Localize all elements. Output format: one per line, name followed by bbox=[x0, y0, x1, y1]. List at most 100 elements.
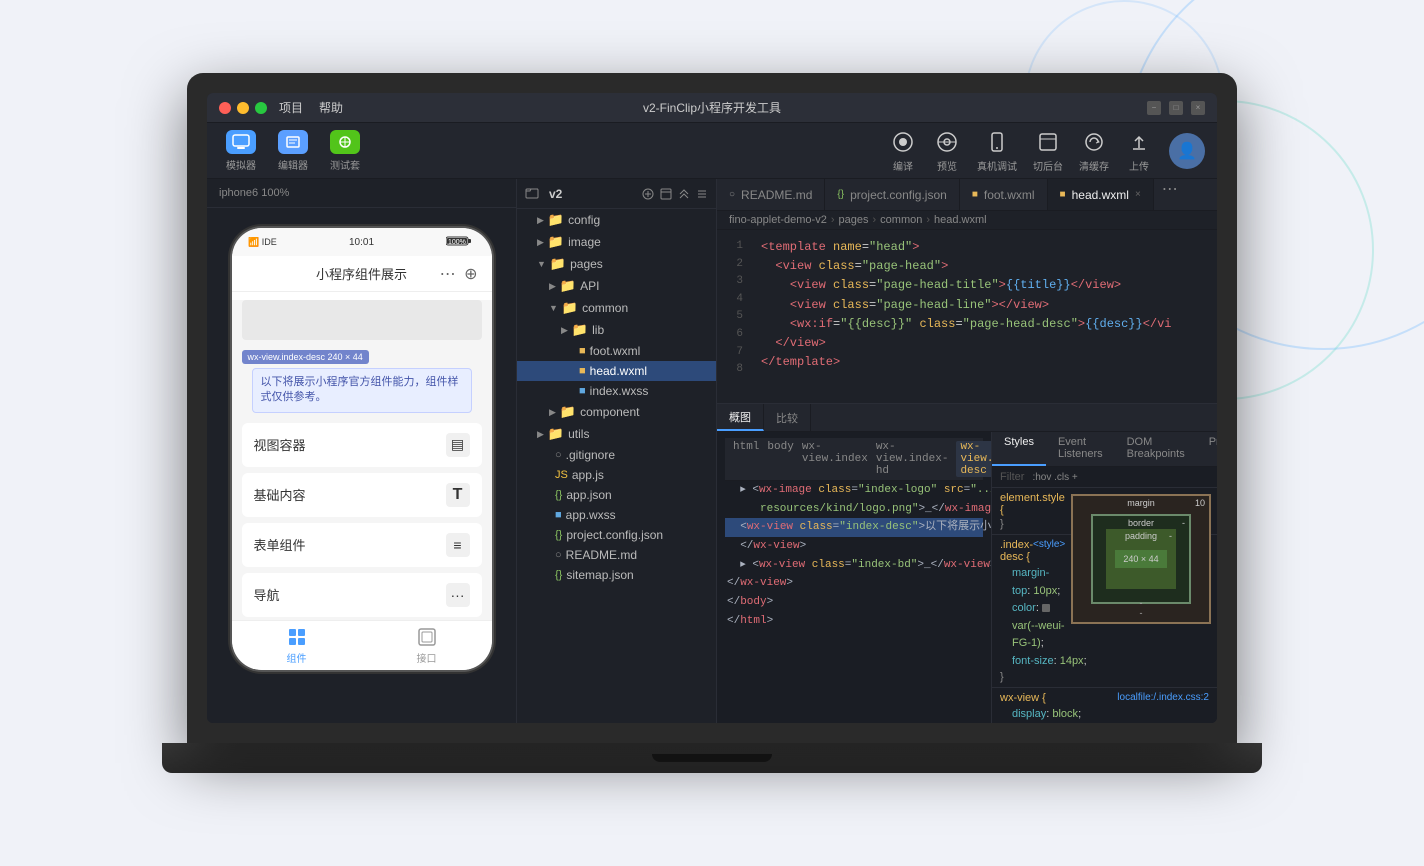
filetree-item-projectconfig[interactable]: {} project.config.json bbox=[517, 525, 716, 545]
action-cutbg[interactable]: 切后台 bbox=[1033, 128, 1063, 173]
filetree-toolbar-icons bbox=[642, 188, 708, 200]
styles-tab-events[interactable]: Event Listeners bbox=[1046, 432, 1115, 466]
filetree-common-label: common bbox=[582, 301, 628, 315]
filetree-appjs-label: app.js bbox=[572, 468, 604, 482]
html-line-3: </wx-view> bbox=[725, 537, 983, 556]
maximize-button[interactable] bbox=[255, 102, 267, 114]
filetree-index-wxss-label: index.wxss bbox=[590, 384, 649, 398]
box-content: 240 × 44 bbox=[1115, 550, 1166, 568]
elem-crumb-wxviewdesc[interactable]: wx-view.index-desc bbox=[956, 441, 992, 477]
user-avatar[interactable]: 👤 bbox=[1169, 133, 1205, 169]
filetree-item-common[interactable]: ▼ 📁 common bbox=[517, 297, 716, 319]
elem-crumb-html[interactable]: html bbox=[733, 441, 759, 477]
action-upload[interactable]: 上传 bbox=[1125, 128, 1153, 173]
tab-projectconfig-label: project.config.json bbox=[850, 188, 947, 202]
max-control[interactable]: □ bbox=[1169, 101, 1183, 115]
devtools-tab-overview[interactable]: 概图 bbox=[717, 404, 764, 431]
tab-head-wxml[interactable]: ■ head.wxml × bbox=[1048, 179, 1154, 210]
phone-section-view[interactable]: 视图容器 ▤ bbox=[242, 423, 482, 467]
filetree-item-index-wxss[interactable]: ■ index.wxss bbox=[517, 381, 716, 401]
phone-frame-container: 📶 IDE 10:01 100% bbox=[207, 208, 516, 723]
html-line-1: ▸ <wx-image class="index-logo" src="../r… bbox=[725, 481, 983, 518]
elem-crumb-wxview[interactable]: wx-view.index bbox=[802, 441, 868, 477]
box-bottom-dash1: - bbox=[1140, 598, 1143, 608]
filetree-gitignore-label: .gitignore bbox=[566, 448, 615, 462]
tab-projectconfig[interactable]: {} project.config.json bbox=[825, 179, 959, 210]
action-clearcache[interactable]: 清缓存 bbox=[1079, 128, 1109, 173]
styles-tab-styles[interactable]: Styles bbox=[992, 432, 1046, 466]
tab-close-icon[interactable]: × bbox=[1135, 189, 1141, 200]
toolbar-btn-edit[interactable]: 编辑器 bbox=[271, 130, 315, 172]
box-padding-value: - bbox=[1169, 531, 1172, 541]
elem-crumb-body[interactable]: body bbox=[767, 441, 793, 477]
filetree-item-config[interactable]: ▶ 📁 config bbox=[517, 209, 716, 231]
filetree-item-lib[interactable]: ▶ 📁 lib bbox=[517, 319, 716, 341]
action-compile[interactable]: 编译 bbox=[889, 128, 917, 173]
elem-crumb-wxviewhd[interactable]: wx-view.index-hd bbox=[876, 441, 949, 477]
folder-icon: 📁 bbox=[572, 322, 588, 338]
simulate-label: 模拟器 bbox=[226, 157, 256, 172]
toolbar-right: 编译 预览 bbox=[889, 128, 1205, 173]
phone-nav-api[interactable]: 接口 bbox=[362, 621, 492, 670]
filetree-item-pages[interactable]: ▼ 📁 pages bbox=[517, 253, 716, 275]
toolbar-btn-debug[interactable]: 测试套 bbox=[323, 130, 367, 172]
minimize-button[interactable] bbox=[237, 102, 249, 114]
tabs-more-button[interactable]: ⋯ bbox=[1154, 179, 1186, 210]
filetree-item-head-wxml[interactable]: ■ head.wxml bbox=[517, 361, 716, 381]
styles-filter-bar: Filter :hov .cls + bbox=[992, 467, 1217, 488]
tab-foot-wxml[interactable]: ■ foot.wxml bbox=[960, 179, 1048, 210]
phone-menu-dots[interactable]: ⋯ ⊕ bbox=[440, 264, 480, 284]
tab-readme-label: README.md bbox=[741, 188, 812, 202]
code-lines[interactable]: <template name="head"> <view class="page… bbox=[749, 230, 1217, 403]
action-realtest[interactable]: 真机调试 bbox=[977, 128, 1017, 173]
preview-label: 预览 bbox=[937, 158, 957, 173]
filetree-item-sitemap[interactable]: {} sitemap.json bbox=[517, 565, 716, 585]
filetree-item-utils[interactable]: ▶ 📁 utils bbox=[517, 423, 716, 445]
filetree-item-appjson[interactable]: {} app.json bbox=[517, 485, 716, 505]
component-nav-label: 组件 bbox=[287, 650, 307, 665]
code-editor-area[interactable]: 1 2 3 4 5 6 7 8 <templ bbox=[717, 230, 1217, 403]
filetree-item-image[interactable]: ▶ 📁 image bbox=[517, 231, 716, 253]
action-preview[interactable]: 预览 bbox=[933, 128, 961, 173]
folder-icon: 📁 bbox=[548, 234, 564, 250]
phone-section-form[interactable]: 表单组件 ≡ bbox=[242, 523, 482, 567]
source-ref-wxview[interactable]: localfile:/.index.css:2 bbox=[1117, 692, 1209, 706]
upload-icon bbox=[1125, 128, 1153, 156]
chevron-icon: ▶ bbox=[549, 407, 556, 418]
filetree-item-readme[interactable]: ○ README.md bbox=[517, 545, 716, 565]
filetree-item-appwxss[interactable]: ■ app.wxss bbox=[517, 505, 716, 525]
filetree-item-foot-wxml[interactable]: ■ foot.wxml bbox=[517, 341, 716, 361]
styles-tab-breakpoints[interactable]: DOM Breakpoints bbox=[1115, 432, 1197, 466]
phone-nav-component[interactable]: 组件 bbox=[232, 621, 362, 670]
phone-section-nav[interactable]: 导航 ··· bbox=[242, 573, 482, 617]
device-label: iphone6 100% bbox=[207, 179, 516, 208]
phone-section-basic[interactable]: 基础内容 T bbox=[242, 473, 482, 517]
close-button[interactable] bbox=[219, 102, 231, 114]
code-line-3: <view class="page-head-title">{{title}}<… bbox=[761, 276, 1205, 295]
box-padding-label: padding bbox=[1125, 531, 1157, 541]
md-tab-icon: ○ bbox=[729, 189, 735, 200]
filetree-item-component[interactable]: ▶ 📁 component bbox=[517, 401, 716, 423]
source-ref-style[interactable]: <style> bbox=[1033, 539, 1065, 565]
toolbar: 模拟器 编辑器 bbox=[207, 123, 1217, 179]
folder-icon: 📁 bbox=[548, 426, 564, 442]
clearcache-icon bbox=[1080, 128, 1108, 156]
close-control[interactable]: × bbox=[1191, 101, 1205, 115]
min-control[interactable]: − bbox=[1147, 101, 1161, 115]
toolbar-btn-simulate[interactable]: 模拟器 bbox=[219, 130, 263, 172]
filetree-item-appjs[interactable]: JS app.js bbox=[517, 465, 716, 485]
menu-item-project[interactable]: 项目 bbox=[279, 99, 303, 116]
tab-readme[interactable]: ○ README.md bbox=[717, 179, 825, 210]
devtools-tab-compare[interactable]: 比较 bbox=[764, 404, 811, 431]
code-line-5: <wx:if="{{desc}}" class="page-head-desc"… bbox=[761, 315, 1205, 334]
tab-headwxml-label: head.wxml bbox=[1072, 188, 1129, 202]
pseudo-filter: :hov .cls + bbox=[1032, 472, 1077, 483]
realtest-label: 真机调试 bbox=[977, 158, 1017, 173]
devtools-top-tabs: 概图 比较 bbox=[717, 404, 1217, 432]
filetree-item-api[interactable]: ▶ 📁 API bbox=[517, 275, 716, 297]
compile-label: 编译 bbox=[893, 158, 913, 173]
wxss-icon: ■ bbox=[555, 509, 562, 521]
menu-item-help[interactable]: 帮助 bbox=[319, 99, 343, 116]
styles-tab-props[interactable]: Properties bbox=[1197, 432, 1217, 466]
filetree-item-gitignore[interactable]: ○ .gitignore bbox=[517, 445, 716, 465]
